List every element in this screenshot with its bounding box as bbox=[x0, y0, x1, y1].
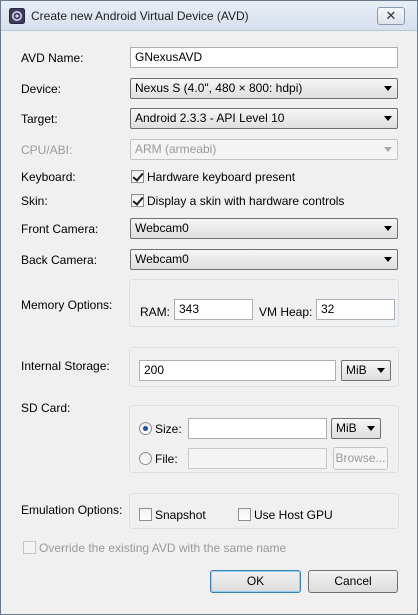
ram-label: RAM: bbox=[140, 305, 170, 319]
chevron-down-icon bbox=[367, 426, 375, 431]
chevron-down-icon bbox=[384, 116, 392, 121]
skin-label: Skin: bbox=[21, 194, 48, 208]
eclipse-app-icon bbox=[9, 8, 25, 24]
cpu-abi-label: CPU/ABI: bbox=[21, 143, 73, 157]
device-select-value: Nexus S (4.0", 480 × 800: hdpi) bbox=[135, 81, 303, 95]
close-icon[interactable]: ✕ bbox=[377, 7, 405, 25]
chevron-down-icon bbox=[384, 257, 392, 262]
dialog-content: AVD Name: GNexusAVD Device: Nexus S (4.0… bbox=[2, 32, 416, 614]
memory-options-label: Memory Options: bbox=[21, 298, 113, 312]
hardware-keyboard-checkbox-label[interactable]: Hardware keyboard present bbox=[147, 170, 295, 184]
front-camera-label: Front Camera: bbox=[21, 222, 99, 236]
display-skin-checkbox[interactable] bbox=[131, 194, 144, 207]
avd-name-input[interactable]: GNexusAVD bbox=[130, 47, 398, 68]
sd-size-unit-value: MiB bbox=[336, 421, 357, 435]
sd-size-radio[interactable] bbox=[139, 422, 152, 435]
ok-button[interactable]: OK bbox=[210, 570, 301, 593]
override-avd-checkbox-label: Override the existing AVD with the same … bbox=[39, 541, 287, 555]
internal-storage-input[interactable]: 200 bbox=[139, 360, 336, 381]
device-select[interactable]: Nexus S (4.0", 480 × 800: hdpi) bbox=[130, 78, 398, 99]
device-label: Device: bbox=[21, 82, 62, 96]
emulation-options-label: Emulation Options: bbox=[21, 503, 123, 517]
cancel-button[interactable]: Cancel bbox=[308, 570, 398, 593]
internal-storage-label: Internal Storage: bbox=[21, 359, 110, 373]
display-skin-checkbox-label[interactable]: Display a skin with hardware controls bbox=[147, 194, 344, 208]
avd-name-label: AVD Name: bbox=[21, 51, 84, 65]
sd-card-label: SD Card: bbox=[21, 401, 71, 415]
sd-size-label[interactable]: Size: bbox=[155, 422, 182, 436]
front-camera-select-value: Webcam0 bbox=[135, 221, 189, 235]
snapshot-checkbox[interactable] bbox=[139, 508, 152, 521]
cpu-abi-select-value: ARM (armeabi) bbox=[135, 142, 217, 156]
override-avd-checkbox bbox=[23, 541, 36, 554]
browse-button: Browse... bbox=[333, 447, 388, 470]
use-host-gpu-checkbox[interactable] bbox=[238, 508, 251, 521]
target-label: Target: bbox=[21, 112, 58, 126]
hardware-keyboard-checkbox[interactable] bbox=[131, 170, 144, 183]
internal-storage-unit-select[interactable]: MiB bbox=[341, 360, 391, 381]
chevron-down-icon bbox=[384, 86, 392, 91]
vm-heap-label: VM Heap: bbox=[259, 305, 313, 319]
back-camera-select[interactable]: Webcam0 bbox=[130, 249, 398, 270]
sd-size-unit-select[interactable]: MiB bbox=[331, 418, 381, 439]
chevron-down-icon bbox=[384, 147, 392, 152]
sd-file-radio[interactable] bbox=[139, 452, 152, 465]
sd-file-label[interactable]: File: bbox=[155, 452, 178, 466]
front-camera-select[interactable]: Webcam0 bbox=[130, 218, 398, 239]
back-camera-label: Back Camera: bbox=[21, 253, 98, 267]
keyboard-label: Keyboard: bbox=[21, 170, 76, 184]
avd-dialog-window: Create new Android Virtual Device (AVD) … bbox=[0, 0, 418, 615]
window-title: Create new Android Virtual Device (AVD) bbox=[31, 9, 249, 23]
chevron-down-icon bbox=[384, 226, 392, 231]
internal-storage-unit-value: MiB bbox=[346, 363, 367, 377]
target-select-value: Android 2.3.3 - API Level 10 bbox=[135, 111, 285, 125]
back-camera-select-value: Webcam0 bbox=[135, 252, 189, 266]
sd-size-input[interactable] bbox=[188, 418, 327, 439]
snapshot-checkbox-label[interactable]: Snapshot bbox=[155, 508, 206, 522]
sd-file-input bbox=[188, 448, 327, 469]
chevron-down-icon bbox=[377, 368, 385, 373]
use-host-gpu-checkbox-label[interactable]: Use Host GPU bbox=[254, 508, 333, 522]
target-select[interactable]: Android 2.3.3 - API Level 10 bbox=[130, 108, 398, 129]
title-bar[interactable]: Create new Android Virtual Device (AVD) … bbox=[1, 1, 417, 31]
cpu-abi-select: ARM (armeabi) bbox=[130, 139, 398, 160]
vm-heap-input[interactable]: 32 bbox=[316, 299, 395, 320]
ram-input[interactable]: 343 bbox=[174, 299, 253, 320]
